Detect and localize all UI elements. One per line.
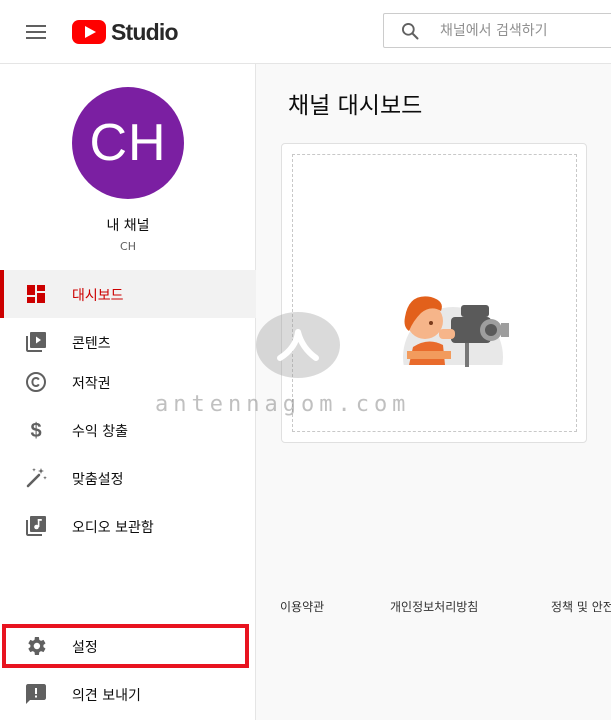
avatar[interactable]: CH bbox=[72, 87, 184, 199]
sidebar-item-dashboard[interactable]: 대시보드 bbox=[0, 270, 256, 318]
watermark-glyph-icon bbox=[277, 329, 319, 361]
footer-link-terms[interactable]: 이용약관 bbox=[280, 598, 324, 615]
sidebar-item-label: 대시보드 bbox=[72, 288, 124, 304]
sidebar-item-label: 의견 보내기 bbox=[72, 688, 141, 704]
svg-text:$: $ bbox=[30, 420, 41, 442]
youtube-play-icon bbox=[72, 20, 106, 44]
youtube-studio-logo[interactable]: Studio bbox=[72, 18, 179, 46]
channel-handle: CH bbox=[120, 240, 136, 253]
dollar-icon: $ bbox=[30, 420, 41, 442]
watermark-text: antennagom.com bbox=[155, 392, 411, 417]
sidebar-item-feedback[interactable]: 의견 보내기 bbox=[0, 670, 256, 718]
top-header: Studio bbox=[0, 0, 611, 64]
footer-link-policy[interactable]: 정책 및 안전 bbox=[551, 598, 611, 615]
search-icon[interactable] bbox=[400, 21, 420, 41]
sidebar-item-label: 맞춤설정 bbox=[72, 472, 124, 488]
watermark-logo bbox=[256, 312, 340, 378]
feedback-icon bbox=[26, 684, 46, 704]
gear-icon bbox=[28, 637, 46, 655]
sidebar-item-settings[interactable]: 설정 bbox=[0, 622, 256, 670]
search-box[interactable] bbox=[383, 13, 611, 48]
audio-library-icon bbox=[26, 516, 46, 536]
sidebar-item-label: 오디오 보관함 bbox=[72, 520, 154, 536]
logo-text: Studio bbox=[111, 18, 179, 45]
upload-dropzone[interactable] bbox=[292, 154, 577, 432]
menu-icon[interactable] bbox=[24, 20, 48, 44]
copyright-icon bbox=[26, 372, 46, 392]
camera-person-illustration bbox=[383, 296, 523, 379]
page-title: 채널 대시보드 bbox=[288, 93, 423, 119]
sidebar-item-label: 수익 창출 bbox=[72, 424, 128, 440]
sidebar-item-label: 저작권 bbox=[72, 376, 111, 392]
dashboard-icon bbox=[27, 285, 45, 303]
search-input[interactable] bbox=[440, 14, 610, 47]
content-icon bbox=[26, 332, 46, 352]
sidebar-item-customization[interactable]: 맞춤설정 bbox=[0, 454, 256, 502]
channel-name[interactable]: 내 채널 bbox=[0, 215, 256, 235]
footer-link-privacy[interactable]: 개인정보처리방침 bbox=[390, 598, 478, 615]
sidebar-item-audio-library[interactable]: 오디오 보관함 bbox=[0, 502, 256, 550]
sidebar-item-label: 설정 bbox=[72, 640, 98, 656]
magic-wand-icon bbox=[26, 468, 47, 488]
sidebar-item-label: 콘텐츠 bbox=[72, 336, 111, 352]
